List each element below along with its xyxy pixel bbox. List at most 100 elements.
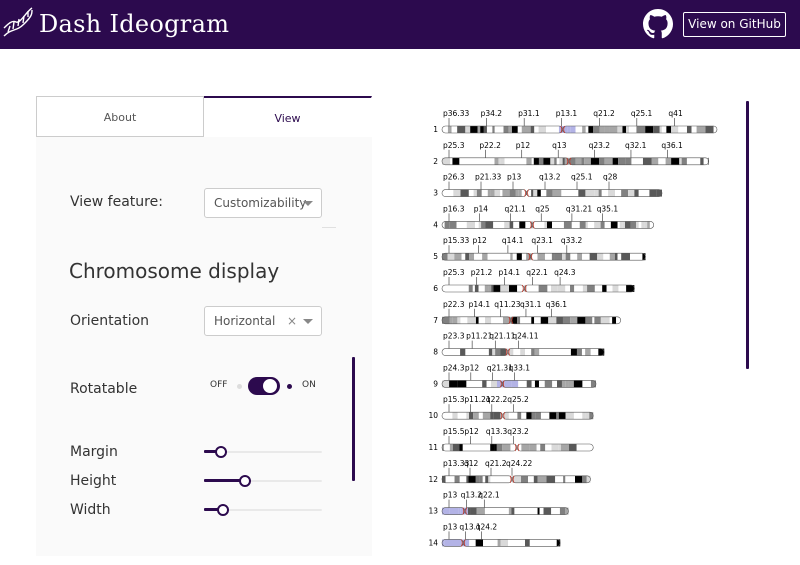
chromosome-8: p23.3 p11.21q21.11q24.118: [433, 332, 605, 357]
band: [476, 507, 485, 515]
rotatable-toggle[interactable]: [248, 377, 280, 395]
toggle-knob[interactable]: [262, 378, 278, 394]
band: [496, 380, 501, 388]
band-label: q24.3: [554, 268, 576, 277]
band: [484, 507, 490, 515]
band: [531, 189, 534, 197]
band: [618, 157, 626, 165]
view-feature-dropdown[interactable]: Customizability: [204, 188, 322, 218]
band: [592, 316, 595, 324]
band: [585, 316, 593, 324]
band: [452, 285, 461, 292]
band: [518, 189, 522, 197]
band: [482, 380, 487, 388]
band: [537, 475, 547, 483]
band: [517, 316, 521, 324]
band: [619, 221, 623, 229]
band: [460, 348, 466, 356]
orientation-dropdown[interactable]: Horizontal ×: [204, 306, 322, 336]
band: [479, 475, 483, 483]
tab-view[interactable]: View: [204, 96, 372, 137]
band: [573, 380, 583, 388]
band-label: q35.1: [597, 204, 619, 213]
band: [534, 348, 540, 356]
band: [686, 126, 692, 133]
panel-scrollbar[interactable]: [352, 357, 355, 481]
view-on-github-button[interactable]: View on GitHub: [683, 12, 786, 37]
chromosome-number: 9: [433, 379, 438, 388]
band: [581, 348, 586, 356]
band: [521, 157, 527, 165]
slider-handle[interactable]: [238, 475, 251, 487]
band: [444, 412, 453, 420]
band-label: p16.3: [443, 204, 465, 213]
band: [480, 126, 484, 133]
band: [485, 475, 489, 483]
band: [533, 189, 538, 197]
band: [471, 444, 478, 451]
band: [531, 157, 534, 165]
band: [665, 157, 672, 165]
band: [587, 285, 595, 292]
band: [599, 126, 605, 133]
band: [509, 189, 516, 197]
band: [534, 380, 539, 388]
band: [547, 285, 552, 292]
band: [492, 126, 495, 133]
band: [478, 221, 482, 229]
band: [546, 475, 556, 483]
band: [609, 316, 613, 324]
band: [458, 507, 461, 515]
band: [633, 253, 643, 261]
slider-handle[interactable]: [214, 446, 227, 458]
band: [459, 475, 467, 483]
band: [442, 285, 450, 292]
band: [516, 539, 526, 547]
margin-slider[interactable]: [204, 446, 322, 458]
band: [551, 507, 560, 515]
band: [454, 253, 462, 261]
band: [644, 221, 648, 229]
band: [452, 316, 458, 324]
band: [508, 126, 512, 133]
band: [590, 348, 599, 356]
band: [703, 157, 708, 165]
github-icon[interactable]: [643, 9, 673, 39]
band: [571, 475, 576, 483]
band-label: p24.3: [443, 363, 465, 372]
band-label: q28: [603, 173, 618, 182]
slider-handle[interactable]: [216, 504, 229, 516]
band: [491, 285, 494, 292]
band: [534, 316, 541, 324]
band: [597, 253, 604, 261]
band: [531, 412, 536, 420]
band: [460, 285, 467, 292]
band: [556, 316, 563, 324]
band: [569, 475, 572, 483]
band: [479, 348, 483, 356]
band-label: p13: [507, 173, 522, 182]
band: [528, 475, 534, 483]
band: [489, 157, 495, 165]
dna-helix-icon: [3, 7, 33, 37]
band: [477, 126, 481, 133]
width-slider[interactable]: [204, 504, 322, 516]
top-bar: Dash Ideogram View on GitHub: [0, 0, 800, 49]
band: [679, 157, 682, 165]
ideogram-scrollbar[interactable]: [746, 101, 749, 369]
band: [549, 412, 557, 420]
band: [452, 157, 460, 165]
band: [570, 126, 576, 133]
chromosome-5: p15.33 p12 q14.1 q23.1 q33.2 5: [433, 236, 646, 261]
band: [533, 157, 539, 165]
band: [533, 475, 538, 483]
tab-about[interactable]: About: [36, 96, 204, 137]
clear-icon[interactable]: ×: [287, 307, 297, 335]
height-slider[interactable]: [204, 475, 322, 487]
band-label: p14: [474, 204, 489, 213]
band: [488, 475, 491, 483]
band: [490, 539, 498, 547]
band: [540, 316, 549, 324]
band: [444, 539, 453, 547]
band-label: q14.1: [502, 236, 524, 245]
